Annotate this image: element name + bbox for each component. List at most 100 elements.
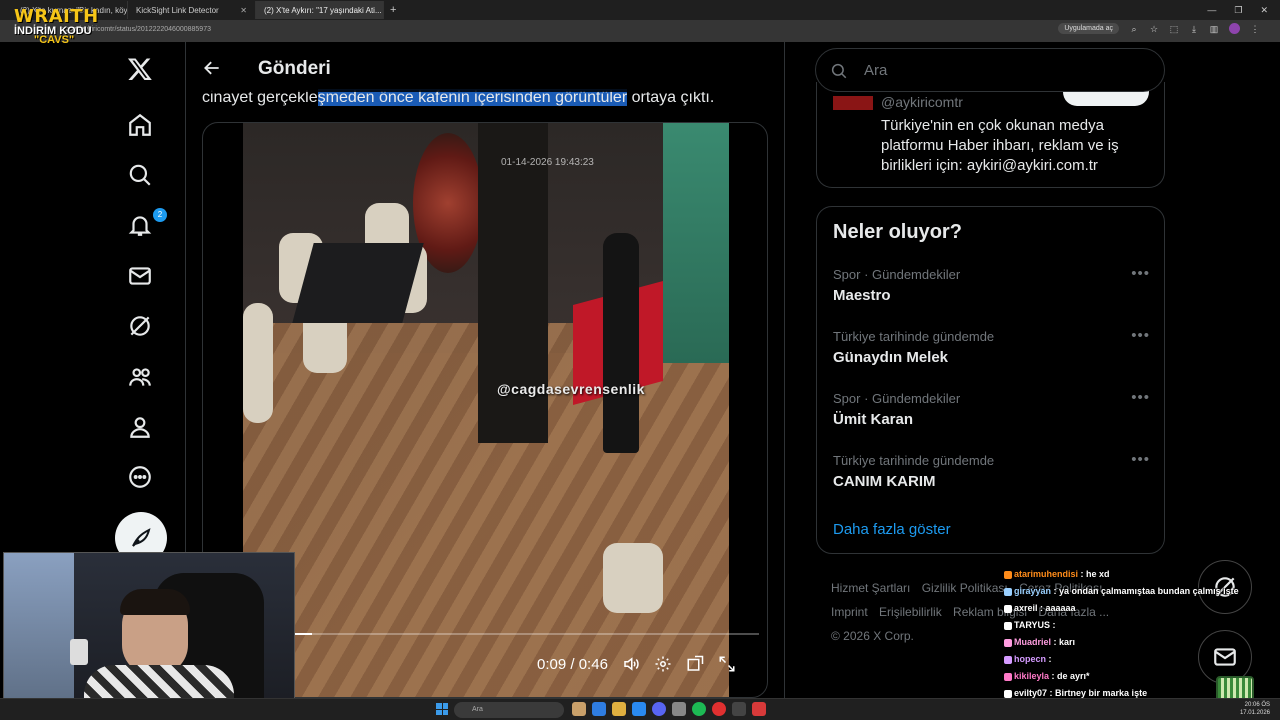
taskbar-discord-icon[interactable]	[652, 702, 666, 716]
maximize-icon[interactable]: ❐	[1234, 5, 1242, 16]
chat-message: Muadriel : karı	[1004, 634, 1274, 651]
taskbar-app-icon[interactable]	[632, 702, 646, 716]
trend-name: Günaydın Melek	[833, 349, 949, 366]
download-icon[interactable]: ⤓	[1189, 24, 1199, 34]
taskbar-app-icon[interactable]	[672, 702, 686, 716]
profile-card-bio: Türkiye'nin en çok okunan medya platform…	[881, 117, 1119, 174]
chat-message: hopecn :	[1004, 651, 1274, 668]
more-dots-icon[interactable]: •••	[1131, 451, 1150, 468]
trend-meta: Türkiye tarihinde gündemde	[833, 453, 995, 468]
trend-meta: Spor · Gündemdekiler	[833, 267, 961, 282]
messages-envelope-icon[interactable]	[127, 263, 155, 291]
taskbar-clock[interactable]: 20:06 ÖS 17.01.2026	[1240, 701, 1270, 717]
taskbar-folder-icon[interactable]	[612, 702, 626, 716]
taskbar-search-input[interactable]: Ara	[454, 702, 564, 718]
video-frame[interactable]: 01-14-2026 19:43:23 @cagdasevrensenlik	[243, 123, 729, 697]
browser-tab[interactable]: KickSight Link Detector ✕	[128, 1, 256, 19]
chat-separator: :	[1051, 586, 1060, 596]
taskbar-apps	[572, 702, 766, 716]
more-dots-icon[interactable]: •••	[1131, 265, 1150, 282]
chat-message: girayyan : ya ondan çalmamıştaa bundan ç…	[1004, 583, 1274, 600]
back-arrow-icon[interactable]	[202, 58, 222, 78]
trends-title: Neler oluyor?	[833, 221, 962, 243]
communities-icon[interactable]	[127, 364, 155, 392]
profile-icon[interactable]	[127, 414, 155, 442]
fullscreen-icon[interactable]	[718, 655, 736, 673]
profile-card-handle[interactable]: @aykiricomtr	[881, 94, 963, 110]
chat-separator: :	[1046, 654, 1052, 664]
extensions-icon[interactable]: ⬚	[1169, 24, 1179, 34]
close-tab-icon[interactable]: ✕	[240, 6, 247, 15]
chat-message: TARYUS :	[1004, 617, 1274, 634]
show-more-link[interactable]: Daha fazla göster	[833, 521, 951, 538]
grok-icon[interactable]	[127, 313, 155, 341]
search-icon	[831, 63, 847, 79]
browser-tab-active[interactable]: (2) X'te Aykırı: "17 yaşındaki Ati...✕	[256, 1, 384, 19]
chat-separator: :	[1049, 671, 1058, 681]
more-dots-icon[interactable]: •••	[1131, 389, 1150, 406]
split-view-icon[interactable]: ▥	[1209, 24, 1219, 34]
chat-message: atarimuhendisi : he xd	[1004, 566, 1274, 583]
notifications-bell-icon[interactable]: 2	[127, 208, 167, 240]
minimize-icon[interactable]: —	[1207, 5, 1216, 16]
chat-message: axreil : aaaaaa	[1004, 600, 1274, 617]
taskbar-app-icon[interactable]	[592, 702, 606, 716]
footer-link-accessibility[interactable]: Erişilebilirlik	[879, 605, 942, 619]
browser-menu-icon[interactable]: ⋮	[1250, 24, 1260, 34]
chat-badge-icon	[1004, 638, 1012, 647]
profile-card-avatar[interactable]	[833, 96, 873, 110]
chat-badge-icon	[1004, 570, 1012, 579]
chat-text: he xd	[1086, 569, 1110, 579]
home-icon[interactable]	[127, 112, 155, 140]
chat-separator: :	[1037, 603, 1046, 613]
taskbar-app-icon[interactable]	[752, 702, 766, 716]
volume-icon[interactable]	[622, 655, 640, 673]
profile-card: @aykiricomtr Türkiye'nin en çok okunan m…	[816, 82, 1165, 188]
more-dots-icon[interactable]: •••	[1131, 327, 1150, 344]
footer-link-imprint[interactable]: Imprint	[831, 605, 868, 619]
trend-item[interactable]: Spor · Gündemdekiler Maestro •••	[833, 265, 1150, 319]
search-placeholder: Ara	[864, 62, 888, 79]
settings-gear-icon[interactable]	[654, 655, 672, 673]
footer-link-terms[interactable]: Hizmet Şartları	[831, 581, 910, 595]
chat-username: Muadriel	[1014, 637, 1052, 647]
streamer-webcam	[3, 552, 295, 718]
taskbar-browser-icon[interactable]	[712, 702, 726, 716]
video-scene-table	[292, 243, 424, 323]
chat-badge-icon	[1004, 604, 1012, 613]
search-input[interactable]: Ara	[815, 48, 1165, 92]
chat-text: Birtney bir marka işte	[1055, 688, 1148, 698]
chat-text: karı	[1059, 637, 1076, 647]
chat-username: kikileyla	[1014, 671, 1050, 681]
profile-avatar[interactable]	[1229, 23, 1240, 34]
webcam-person-hair	[120, 589, 190, 615]
tab-title: (2) X'te Aykırı: "17 yaşındaki Ati...	[264, 5, 382, 15]
zoom-icon[interactable]: ⌕	[1129, 24, 1139, 34]
chat-username: atarimuhendisi	[1014, 569, 1079, 579]
window-controls: — ❐ ✕	[1207, 5, 1280, 16]
taskbar-spotify-icon[interactable]	[692, 702, 706, 716]
x-logo-icon[interactable]	[127, 56, 155, 84]
trend-item[interactable]: Türkiye tarihinde gündemde Günaydın Mele…	[833, 327, 1150, 381]
video-scene-chair	[603, 543, 663, 613]
more-options-icon[interactable]	[127, 464, 155, 492]
trend-item[interactable]: Türkiye tarihinde gündemde CANIM KARIM •…	[833, 451, 1150, 505]
windows-start-icon[interactable]	[436, 703, 448, 715]
bookmark-star-icon[interactable]: ☆	[1149, 24, 1159, 34]
chat-separator: :	[1051, 637, 1060, 647]
close-window-icon[interactable]: ✕	[1260, 5, 1268, 16]
footer-link-privacy[interactable]: Gizlilik Politikası	[922, 581, 1008, 595]
chat-username: evilty07	[1014, 688, 1048, 698]
new-tab-icon[interactable]: +	[384, 4, 402, 16]
explore-search-icon[interactable]	[127, 162, 155, 190]
browser-tab-bar: (2) X'te kurnaz: "Bir kadın, köye ...✕ K…	[0, 0, 1280, 20]
picture-in-picture-icon[interactable]	[686, 655, 704, 673]
video-scene-chair	[243, 303, 273, 423]
taskbar-app-icon[interactable]	[572, 702, 586, 716]
open-in-app-button[interactable]: Uygulamada aç	[1058, 23, 1119, 34]
video-time-total: 0:46	[578, 655, 608, 673]
chat-text: de ayrı*	[1057, 671, 1090, 681]
trend-item[interactable]: Spor · Gündemdekiler Ümit Karan •••	[833, 389, 1150, 443]
taskbar-app-icon[interactable]	[732, 702, 746, 716]
trend-meta: Spor · Gündemdekiler	[833, 391, 961, 406]
